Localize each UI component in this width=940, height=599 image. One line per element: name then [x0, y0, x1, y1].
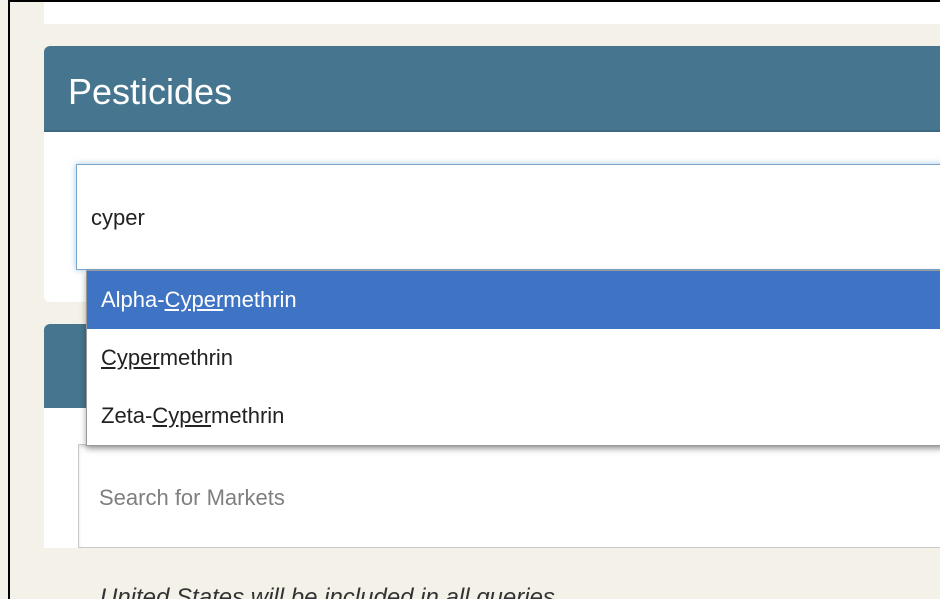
suggestion-match: Cyper [152, 403, 212, 428]
suggestion-suffix: methrin [223, 287, 297, 312]
suggestion-prefix: Alpha- [101, 287, 165, 312]
pesticide-search-input[interactable]: cyper [76, 164, 940, 270]
pesticides-title: Pesticides [68, 71, 233, 112]
suggestion-cypermethrin[interactable]: Cypermethrin [87, 329, 940, 387]
previous-panel [44, 2, 940, 24]
screenshot-frame: Pesticides cyper Search for Markets Unit… [8, 0, 940, 599]
pesticide-search-value: cyper [91, 205, 145, 230]
pesticides-header: Pesticides [44, 46, 940, 132]
suggestion-suffix: methrin [211, 403, 285, 428]
us-note: United States will be included in all qu… [100, 584, 555, 599]
suggestion-suffix: methrin [159, 345, 234, 370]
suggestion-match: Cyper [164, 287, 224, 312]
suggestion-match: Cyper [101, 345, 160, 370]
suggestion-zeta-cypermethrin[interactable]: Zeta-Cypermethrin [87, 387, 940, 445]
pesticides-card: Pesticides cyper [44, 46, 940, 302]
markets-search-placeholder: Search for Markets [99, 485, 285, 510]
suggestion-alpha-cypermethrin[interactable]: Alpha-Cypermethrin [87, 271, 940, 329]
markets-search-input[interactable]: Search for Markets [78, 444, 940, 548]
autocomplete-dropdown: Alpha-Cypermethrin Cypermethrin Zeta-Cyp… [86, 270, 940, 446]
suggestion-prefix: Zeta- [101, 403, 153, 428]
